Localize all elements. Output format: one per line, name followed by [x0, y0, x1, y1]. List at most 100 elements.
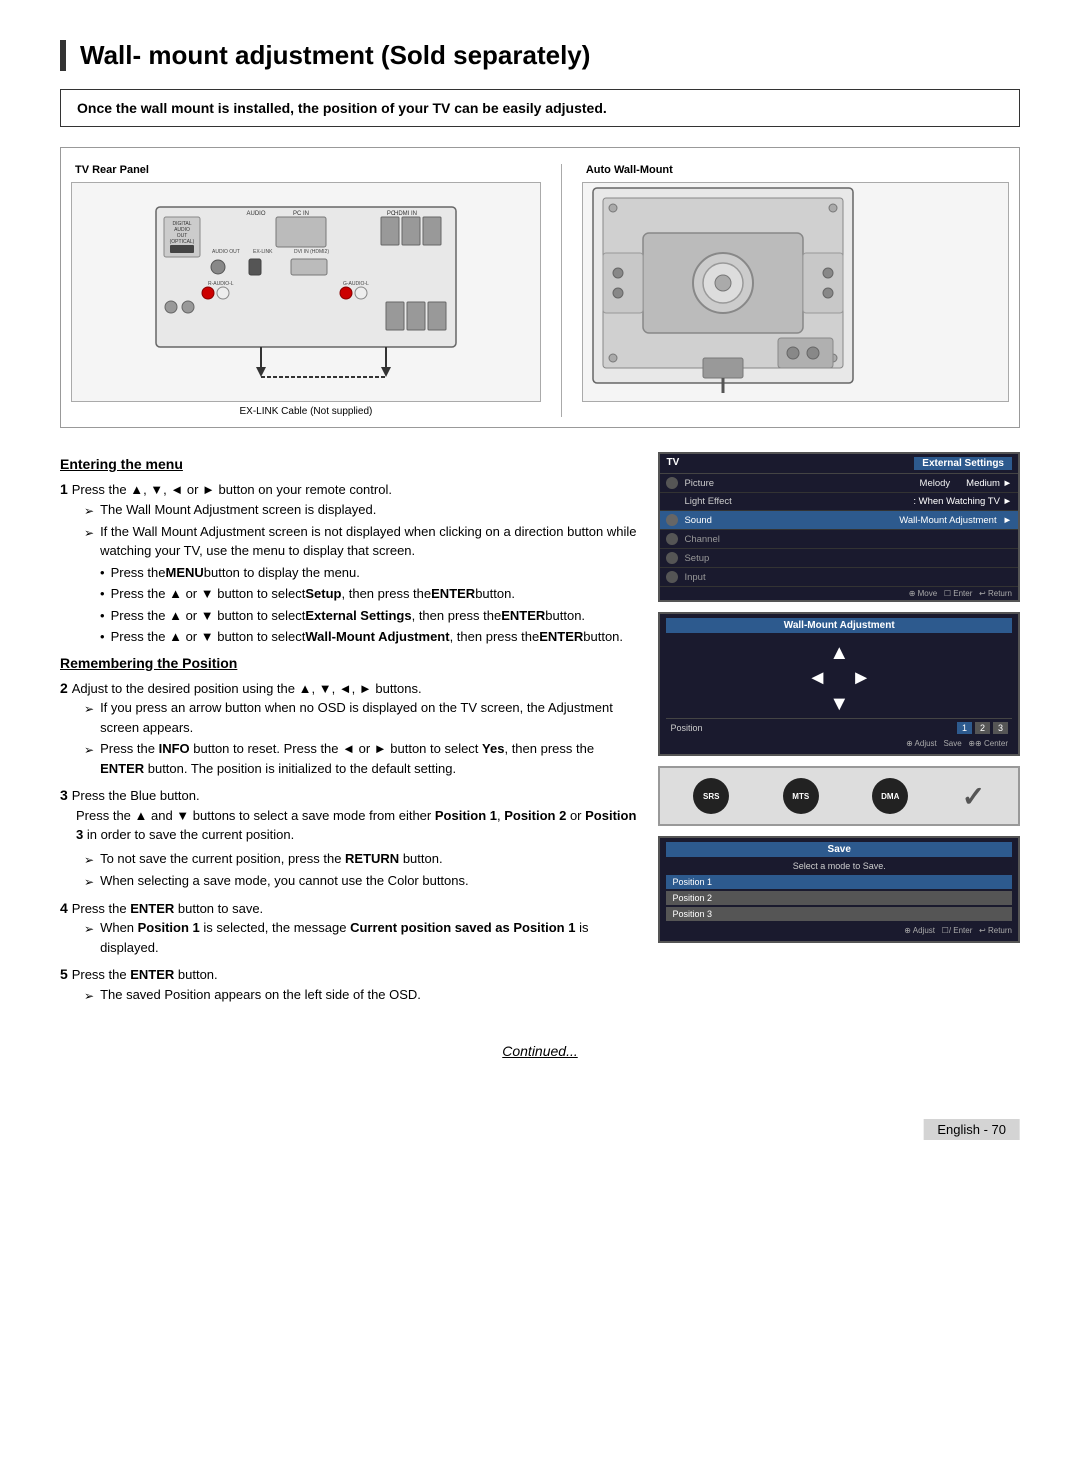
melody-label: Melody — [920, 478, 951, 489]
mts-button: MTS — [783, 778, 819, 814]
step-4-arrow-1-text: When Position 1 is selected, the message… — [100, 918, 638, 957]
svg-text:HDMI IN: HDMI IN — [394, 211, 417, 217]
panel-row-picture: Picture Melody Medium ► — [660, 474, 1018, 493]
step-4-number: 4 — [60, 900, 68, 916]
main-content: Entering the menu 1 Press the ▲, ▼, ◄ or… — [60, 452, 1020, 1013]
melody-value: Medium ► — [966, 478, 1012, 489]
srs-button: SRS — [693, 778, 729, 814]
arrow-up: ▲ — [829, 643, 849, 663]
step-3-text: Press the Blue button. — [72, 788, 200, 803]
step-2-details: If you press an arrow button when no OSD… — [76, 698, 638, 778]
svg-text:PC IN: PC IN — [293, 211, 309, 217]
save-option-2: Position 2 — [666, 891, 1012, 905]
svg-text:EX-LINK: EX-LINK — [253, 249, 273, 255]
step-4-text: Press the ENTER button to save. — [72, 901, 264, 916]
step-1-bullet-4: Press the ▲ or ▼ button to select Wall-M… — [100, 627, 638, 647]
step-2-number: 2 — [60, 680, 68, 696]
ex-link-label: EX-LINK Cable (Not supplied) — [240, 406, 373, 417]
dma-button: DMA — [872, 778, 908, 814]
input-icon — [666, 571, 678, 583]
diagram-divider — [561, 164, 562, 417]
channel-label: Channel — [684, 534, 719, 545]
step-3-extra: Press the ▲ and ▼ buttons to select a sa… — [76, 806, 638, 845]
position-cell-3: 3 — [993, 722, 1008, 734]
external-settings-nav-hint: ⊕ Move ☐ Enter ↩ Return — [660, 587, 1018, 600]
save-panel-title: Save — [666, 842, 1012, 857]
position-cells: 1 2 3 — [957, 722, 1008, 734]
btn-group-dma: DMA — [872, 778, 908, 814]
color-buttons-panel: SRS MTS DMA ✓ — [658, 766, 1020, 826]
wall-mount-nav-hint: ⊕ Adjust Save ⊕⊕ Center — [666, 737, 1012, 750]
continued-text: Continued... — [60, 1043, 1020, 1059]
step-2-arrow-2-text: Press the INFO button to reset. Press th… — [100, 739, 638, 778]
svg-text:G-AUDIO-L: G-AUDIO-L — [343, 281, 369, 287]
subtitle-box: Once the wall mount is installed, the po… — [60, 89, 1020, 127]
panel-row-light-effect: Light Effect : When Watching TV ► — [660, 493, 1018, 511]
wall-mount-label: Wall-Mount Adjustment — [899, 515, 996, 526]
svg-text:R-AUDIO-L: R-AUDIO-L — [208, 281, 234, 287]
step-3-arrow-2: When selecting a save mode, you cannot u… — [84, 871, 638, 891]
instructions-col: Entering the menu 1 Press the ▲, ▼, ◄ or… — [60, 452, 638, 1013]
arrow-controls: ▲ ◄ ► ▼ — [666, 639, 1012, 718]
step-1-arrow-2-text: If the Wall Mount Adjustment screen is n… — [100, 522, 638, 561]
step-2-arrow-1-text: If you press an arrow button when no OSD… — [100, 698, 638, 737]
tv-rear-panel-label: TV Rear Panel — [71, 164, 149, 176]
step-5-text: Press the ENTER button. — [72, 967, 218, 982]
step-3-number: 3 — [60, 787, 68, 803]
step-1-bullet-2: Press the ▲ or ▼ button to select Setup,… — [100, 584, 638, 604]
step-3-arrow-2-text: When selecting a save mode, you cannot u… — [100, 871, 469, 891]
diagram-container: TV Rear Panel DIGITAL AUDIO OUT (OPTICAL… — [60, 147, 1020, 428]
step-5: 5 Press the ENTER button. The saved Posi… — [60, 965, 638, 1005]
arrow-lr-row: ◄ ► — [807, 667, 871, 690]
step-3-arrow-1-text: To not save the current position, press … — [100, 849, 443, 869]
picture-icon — [666, 477, 678, 489]
setup-label: Setup — [684, 553, 709, 564]
panel-row-setup: Setup — [660, 549, 1018, 568]
save-subtitle: Select a mode to Save. — [666, 861, 1012, 871]
external-settings-title: External Settings — [914, 457, 1012, 470]
step-1-number: 1 — [60, 481, 68, 497]
save-option-1: Position 1 — [666, 875, 1012, 889]
step-1-details: The Wall Mount Adjustment screen is disp… — [76, 500, 638, 647]
panel-row-wall-mount: Sound Wall-Mount Adjustment ► — [660, 511, 1018, 530]
svg-text:AUDIO: AUDIO — [246, 211, 265, 217]
save-option-3: Position 3 — [666, 907, 1012, 921]
step-3: 3 Press the Blue button. Press the ▲ and… — [60, 786, 638, 891]
position-cell-2: 2 — [975, 722, 990, 734]
step-1-text: Press the ▲, ▼, ◄ or ► button on your re… — [72, 482, 392, 497]
step-4: 4 Press the ENTER button to save. When P… — [60, 899, 638, 958]
light-effect-value: : When Watching TV ► — [913, 496, 1012, 507]
svg-text:DVI IN (HDMI2): DVI IN (HDMI2) — [294, 249, 329, 255]
channel-icon — [666, 533, 678, 545]
step-1-arrow-2: If the Wall Mount Adjustment screen is n… — [84, 522, 638, 561]
picture-label: Picture — [684, 478, 913, 489]
position-cell-1: 1 — [957, 722, 972, 734]
step-4-details: When Position 1 is selected, the message… — [76, 918, 638, 957]
step-1: 1 Press the ▲, ▼, ◄ or ► button on your … — [60, 480, 638, 647]
sound-label: Sound — [684, 515, 893, 526]
step-1-arrow-1-text: The Wall Mount Adjustment screen is disp… — [100, 500, 376, 520]
panel-row-input: Input — [660, 568, 1018, 587]
position-label: Position — [670, 723, 702, 733]
light-effect-label: Light Effect — [684, 496, 913, 507]
step-3-details: Press the ▲ and ▼ buttons to select a sa… — [76, 806, 638, 891]
step-5-arrow-1-text: The saved Position appears on the left s… — [100, 985, 421, 1005]
checkmark-icon: ✓ — [962, 780, 985, 813]
step-5-number: 5 — [60, 966, 68, 982]
position-row: Position 1 2 3 — [666, 718, 1012, 737]
step-4-arrow-1: When Position 1 is selected, the message… — [84, 918, 638, 957]
auto-wall-mount-image — [582, 182, 1009, 402]
auto-wall-mount-label: Auto Wall-Mount — [582, 164, 673, 176]
wall-mount-adjustment-panel: Wall-Mount Adjustment ▲ ◄ ► ▼ Position 1… — [658, 612, 1020, 756]
footer-text: English - 70 — [923, 1119, 1020, 1140]
save-nav-hint: ⊕ Adjust ☐/ Enter ↩ Return — [666, 924, 1012, 937]
step-2-arrow-2: Press the INFO button to reset. Press th… — [84, 739, 638, 778]
tv-rear-panel-image: DIGITAL AUDIO OUT (OPTICAL) AUDIO PC IN … — [71, 182, 541, 402]
svg-text:AUDIO OUT: AUDIO OUT — [212, 249, 240, 255]
arrow-right: ► — [851, 667, 871, 690]
step-1-bullet-3: Press the ▲ or ▼ button to select Extern… — [100, 606, 638, 626]
diagram-left: TV Rear Panel DIGITAL AUDIO OUT (OPTICAL… — [71, 164, 541, 417]
step-1-bullet-1: Press the MENU button to display the men… — [100, 563, 638, 583]
footer-container: English - 70 — [60, 1089, 1020, 1140]
step-2-arrow-1: If you press an arrow button when no OSD… — [84, 698, 638, 737]
